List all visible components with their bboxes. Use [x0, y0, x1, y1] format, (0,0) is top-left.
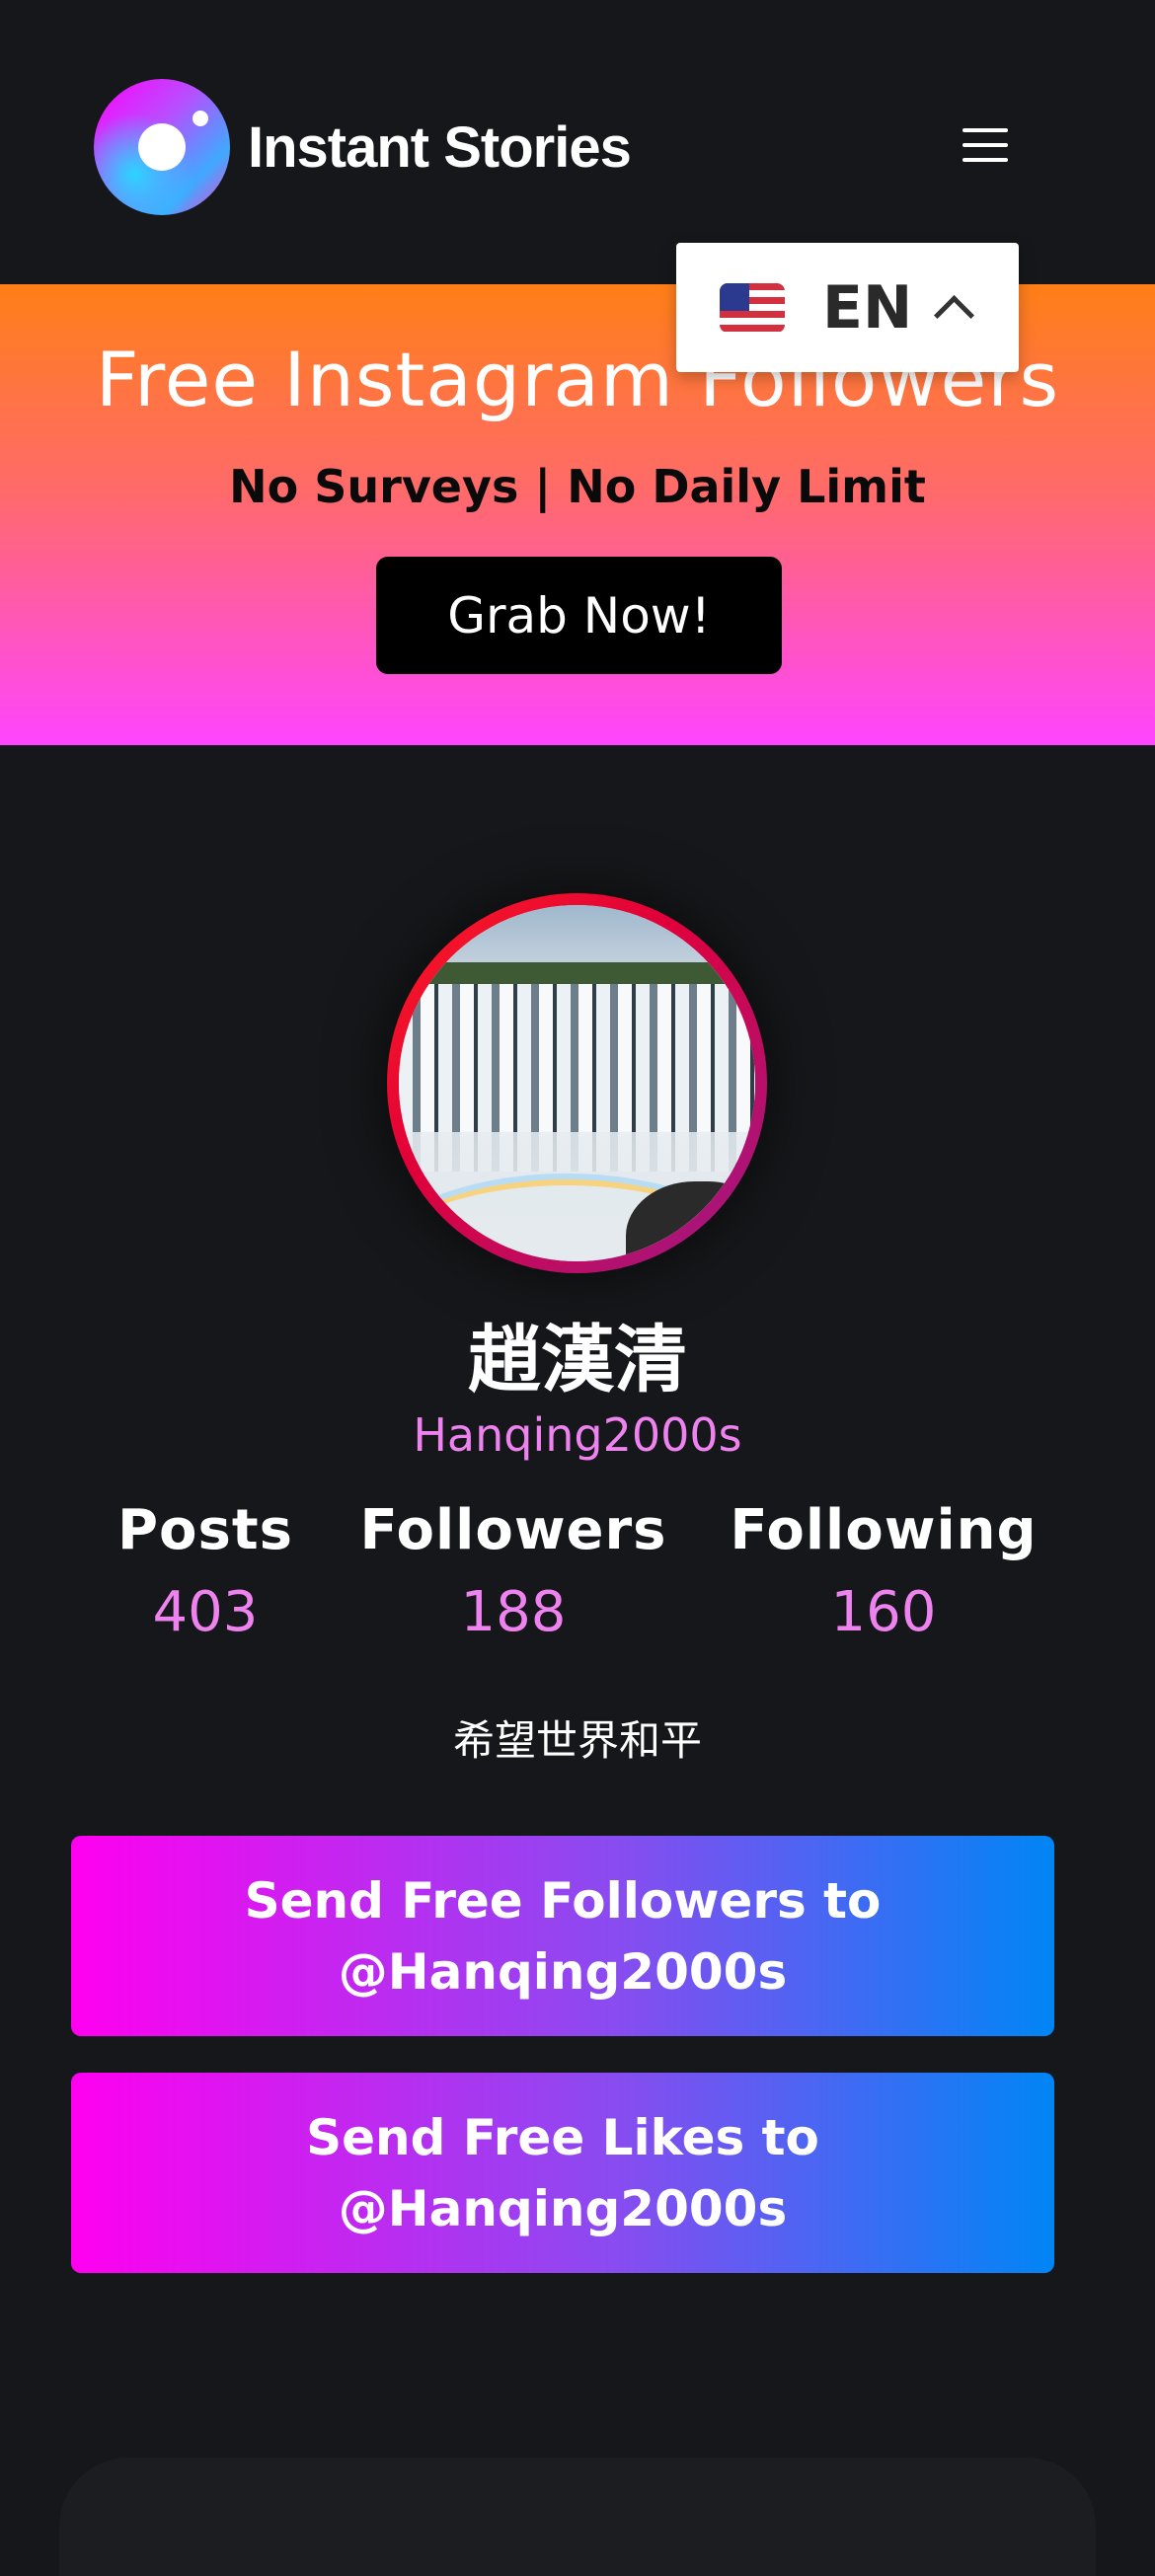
profile-username: Hanqing2000s — [413, 1408, 742, 1462]
brand-name: Instant Stories — [248, 114, 632, 180]
profile-display-name: 趙漢清 — [468, 1318, 687, 1402]
hamburger-icon[interactable] — [962, 128, 1008, 166]
brand-logo[interactable]: Instant Stories — [94, 79, 632, 215]
language-selector[interactable]: EN — [676, 243, 1019, 372]
chevron-up-icon — [934, 294, 975, 337]
stat-value: 403 — [152, 1580, 259, 1644]
grab-now-button[interactable]: Grab Now! — [376, 557, 782, 674]
stat-following: Following 160 — [726, 1498, 1041, 1644]
button-label-line1: Send Free Likes to — [306, 2108, 819, 2166]
stat-label: Followers — [359, 1498, 667, 1562]
button-label-line1: Send Free Followers to — [244, 1871, 882, 1930]
avatar — [399, 905, 755, 1261]
button-label-line2: @Hanqing2000s — [338, 1942, 788, 2001]
stat-label: Following — [730, 1498, 1038, 1562]
stat-value: 160 — [830, 1580, 937, 1644]
button-label-line2: @Hanqing2000s — [338, 2179, 788, 2237]
language-code: EN — [822, 272, 913, 342]
us-flag-icon — [720, 282, 785, 333]
profile-bio: 希望世界和平 — [452, 1716, 702, 1765]
stat-followers: Followers 188 — [355, 1498, 671, 1644]
send-free-followers-button[interactable]: Send Free Followers to @Hanqing2000s — [71, 1836, 1054, 2036]
hero-subtitle: No Surveys | No Daily Limit — [229, 460, 926, 513]
bottom-card — [59, 2458, 1096, 2576]
send-free-likes-button[interactable]: Send Free Likes to @Hanqing2000s — [71, 2073, 1054, 2273]
stat-label: Posts — [117, 1498, 293, 1562]
camera-logo-icon — [94, 79, 230, 215]
stat-value: 188 — [460, 1580, 567, 1644]
stat-posts: Posts 403 — [107, 1498, 304, 1644]
header: Instant Stories — [0, 0, 1155, 284]
profile-avatar-ring — [387, 893, 767, 1273]
